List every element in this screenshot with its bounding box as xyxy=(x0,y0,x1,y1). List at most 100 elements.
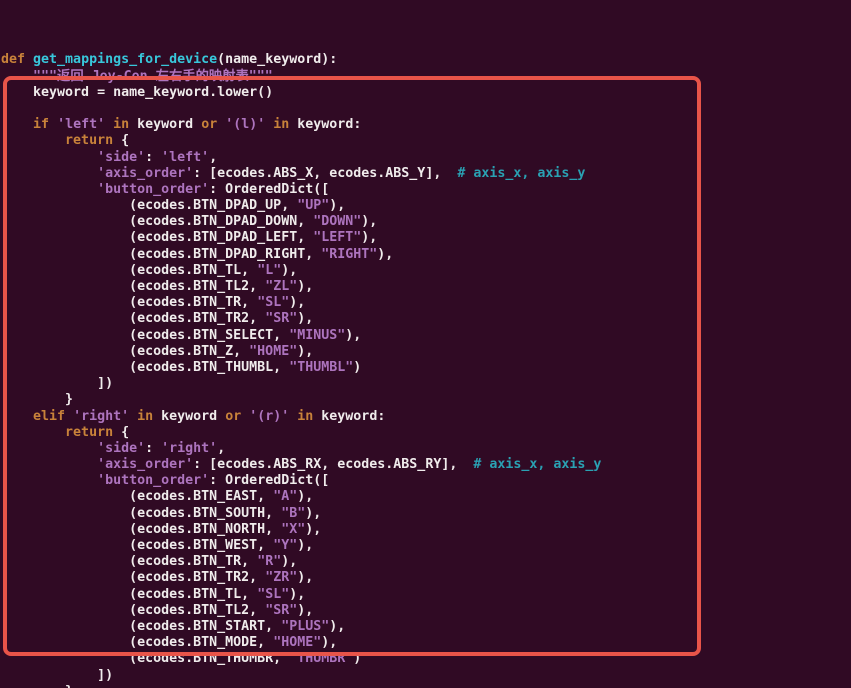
code-line: (ecodes.BTN_START, "PLUS"), xyxy=(1,619,612,635)
code-token: (ecodes.BTN_DPAD_DOWN, xyxy=(1,214,313,229)
code-token: "SR" xyxy=(265,311,297,326)
code-token: ), xyxy=(377,247,393,262)
code-line: keyword = name_keyword.lower() xyxy=(1,85,612,101)
code-token: (ecodes.BTN_SELECT, xyxy=(1,328,289,343)
code-line: (ecodes.BTN_EAST, "A"), xyxy=(1,489,612,505)
code-editor[interactable]: def get_mappings_for_device(name_keyword… xyxy=(1,20,612,688)
code-line: (ecodes.BTN_TL, "L"), xyxy=(1,263,612,279)
code-token: (ecodes.BTN_TL2, xyxy=(1,279,265,294)
code-line: (ecodes.BTN_TL, "SL"), xyxy=(1,587,612,603)
code-token: "HOME" xyxy=(273,635,321,650)
code-token: (ecodes.BTN_MODE, xyxy=(1,635,273,650)
code-token xyxy=(1,166,97,181)
code-token: "SL" xyxy=(257,295,289,310)
code-line xyxy=(1,101,612,117)
code-token: ), xyxy=(321,635,337,650)
code-line: (ecodes.BTN_TR2, "ZR"), xyxy=(1,570,612,586)
code-token: "R" xyxy=(257,554,281,569)
code-line: elif 'right' in keyword or '(r)' in keyw… xyxy=(1,409,612,425)
code-token: : xyxy=(145,441,161,456)
code-token: "UP" xyxy=(297,198,329,213)
code-token: keyword: xyxy=(297,117,361,132)
code-token: ), xyxy=(297,603,313,618)
code-token: (ecodes.BTN_Z, xyxy=(1,344,249,359)
code-token: "LEFT" xyxy=(313,230,361,245)
code-token: (ecodes.BTN_TL, xyxy=(1,587,257,602)
code-token: "RIGHT" xyxy=(321,247,377,262)
code-token: ), xyxy=(289,295,305,310)
code-line: ]) xyxy=(1,376,612,392)
code-token: (ecodes.BTN_TR, xyxy=(1,295,257,310)
code-token: return xyxy=(65,425,113,440)
code-token xyxy=(1,133,65,148)
code-token: "ZR" xyxy=(265,570,297,585)
code-token xyxy=(1,457,97,472)
code-token: (ecodes.BTN_WEST, xyxy=(1,538,273,553)
code-token: 'left' xyxy=(57,117,105,132)
code-token: 'side' xyxy=(97,150,145,165)
code-token xyxy=(1,182,97,197)
code-line: (ecodes.BTN_SELECT, "MINUS"), xyxy=(1,328,612,344)
code-token: "L" xyxy=(257,263,281,278)
code-token: } xyxy=(1,684,73,688)
code-token: (ecodes.BTN_TR2, xyxy=(1,570,265,585)
code-line: """返回 Joy-Con 左右手的映射表""" xyxy=(1,69,612,85)
code-token: "SR" xyxy=(265,603,297,618)
code-token: : OrderedDict([ xyxy=(209,182,329,197)
code-token: (ecodes.BTN_THUMBL, xyxy=(1,360,289,375)
code-token xyxy=(1,425,65,440)
code-token: ), xyxy=(297,489,313,504)
code-token: get_mappings_for_device xyxy=(33,52,217,67)
code-line: 'button_order': OrderedDict([ xyxy=(1,473,612,489)
code-token: { xyxy=(113,425,129,440)
code-token: '(r)' xyxy=(249,409,289,424)
code-token: # axis_x, axis_y xyxy=(457,457,601,472)
code-token: "HOME" xyxy=(249,344,297,359)
code-token: or xyxy=(225,409,249,424)
code-token xyxy=(1,409,33,424)
code-line: (ecodes.BTN_Z, "HOME"), xyxy=(1,344,612,360)
code-token: "THUMBR" xyxy=(289,651,353,666)
code-lines: def get_mappings_for_device(name_keyword… xyxy=(1,52,612,688)
code-token: "THUMBL" xyxy=(289,360,353,375)
code-token: ), xyxy=(345,328,361,343)
code-token: in xyxy=(265,117,297,132)
code-token: ), xyxy=(361,230,377,245)
code-token: ), xyxy=(361,214,377,229)
code-token: 'button_order' xyxy=(97,473,209,488)
code-token: ), xyxy=(281,263,297,278)
code-line: return { xyxy=(1,425,612,441)
code-token: 'right' xyxy=(161,441,217,456)
code-token: keyword: xyxy=(321,409,385,424)
code-line: 'button_order': OrderedDict([ xyxy=(1,182,612,198)
code-token: ), xyxy=(329,198,345,213)
code-line: (ecodes.BTN_TR, "SL"), xyxy=(1,295,612,311)
code-line: (ecodes.BTN_TR2, "SR"), xyxy=(1,311,612,327)
code-token: "A" xyxy=(273,489,297,504)
code-line: (ecodes.BTN_TR, "R"), xyxy=(1,554,612,570)
code-token: (ecodes.BTN_TL, xyxy=(1,263,257,278)
code-token: (ecodes.BTN_START, xyxy=(1,619,281,634)
code-token xyxy=(1,441,97,456)
code-token: """返回 Joy-Con 左右手的映射表""" xyxy=(1,69,273,84)
code-line: (ecodes.BTN_THUMBR, "THUMBR") xyxy=(1,651,612,667)
code-token: "Y" xyxy=(273,538,297,553)
code-token: (ecodes.BTN_THUMBR, xyxy=(1,651,289,666)
code-token: (ecodes.BTN_TR, xyxy=(1,554,257,569)
code-line: 'axis_order': [ecodes.ABS_X, ecodes.ABS_… xyxy=(1,166,612,182)
code-token: "B" xyxy=(281,506,305,521)
code-token: keyword xyxy=(137,117,201,132)
terminal-window: def get_mappings_for_device(name_keyword… xyxy=(0,0,851,688)
code-token: ), xyxy=(297,311,313,326)
code-line: } xyxy=(1,392,612,408)
code-token: ), xyxy=(297,279,313,294)
code-token xyxy=(1,117,33,132)
code-token: 'axis_order' xyxy=(97,457,193,472)
code-token: in xyxy=(129,409,161,424)
code-token: # axis_x, axis_y xyxy=(441,166,585,181)
code-line: def get_mappings_for_device(name_keyword… xyxy=(1,52,612,68)
code-token: keyword xyxy=(161,409,225,424)
code-token: { xyxy=(113,133,129,148)
code-line: 'side': 'right', xyxy=(1,441,612,457)
code-token: ), xyxy=(297,538,313,553)
